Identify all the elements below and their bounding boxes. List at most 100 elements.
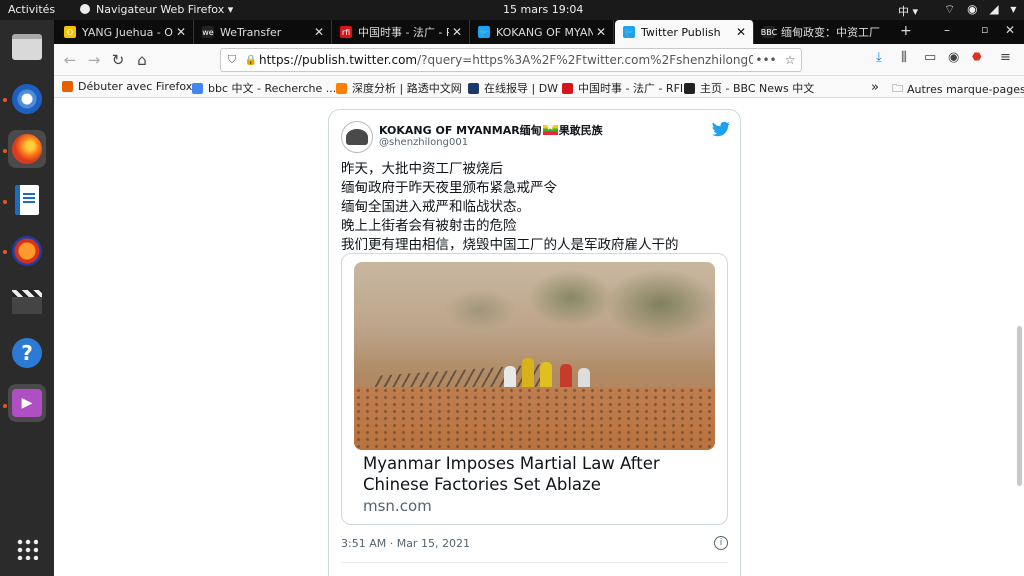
other-bookmarks-label: Autres marque-pages [907, 83, 1024, 96]
bookmark-favicon [62, 81, 73, 92]
link-preview-title[interactable]: Myanmar Imposes Martial Law After Chines… [363, 453, 718, 495]
new-tab-button[interactable]: + [900, 23, 912, 39]
running-indicator [3, 200, 7, 204]
dock-audacity[interactable] [8, 232, 46, 270]
minimize-button[interactable]: – [944, 23, 950, 37]
tweet-line: 昨天，大批中资工厂被烧后 [341, 161, 503, 177]
tab-favicon: 🐦 [623, 26, 635, 38]
tab-favicon: rfi [340, 26, 352, 38]
dock-media-player[interactable]: ▶ [8, 384, 46, 422]
close-icon[interactable]: ✕ [449, 25, 465, 39]
firefox-window: O YANG Juehua - Outlook ✕ we WeTransfer … [54, 20, 1024, 576]
running-indicator [3, 250, 7, 254]
app-menu[interactable]: Navigateur Web Firefox ▾ [80, 3, 233, 16]
dock: ? ▶ [0, 20, 54, 576]
clock[interactable]: 15 mars 19:04 [503, 3, 583, 16]
tweet-text: 昨天，大批中资工厂被烧后 缅甸政府于昨天夜里颁布紧急戒严令 缅甸全国进入戒严和临… [341, 160, 731, 255]
bookmark-item[interactable]: Débuter avec Firefox [62, 80, 192, 93]
maximize-button[interactable]: ▫ [981, 23, 988, 36]
crest-logo-icon [346, 129, 368, 145]
app-grid-icon[interactable] [16, 538, 38, 560]
firefox-small-icon [80, 4, 90, 14]
bookmarks-overflow-button[interactable]: » [871, 80, 879, 95]
activities-button[interactable]: Activités [8, 3, 55, 16]
forward-arrow-icon[interactable]: → [84, 50, 104, 70]
info-icon[interactable]: i [714, 536, 728, 550]
close-icon[interactable]: ✕ [311, 25, 327, 39]
tweet-line: 晚上上街者会有被射击的危险 [341, 218, 517, 234]
dock-firefox[interactable] [8, 130, 46, 168]
help-icon: ? [12, 338, 42, 368]
back-arrow-icon[interactable]: ← [60, 50, 80, 70]
bookmark-label: 在线报导 | DW [484, 82, 559, 95]
url-text[interactable]: https://publish.twitter.com/?query=https… [259, 53, 753, 67]
bookmark-item[interactable]: 主页 - BBC News 中文 [684, 80, 814, 96]
dock-chromium[interactable] [8, 80, 46, 118]
close-icon[interactable]: ✕ [593, 25, 609, 39]
bookmark-label: Débuter avec Firefox [78, 80, 193, 93]
page-scrollbar[interactable] [1017, 326, 1022, 486]
other-bookmarks-folder[interactable]: 🗀 Autres marque-pages [892, 80, 1024, 99]
author-handle[interactable]: @shenzhilong001 [379, 137, 468, 148]
folder-icon: 🗀 [892, 82, 903, 95]
tab-favicon: 🐦 [478, 26, 490, 38]
tab-title: 缅甸政变：中资工厂 [781, 26, 880, 39]
bookmark-item[interactable]: 在线报导 | DW [468, 80, 558, 96]
lock-icon[interactable]: 🔒 [243, 55, 259, 66]
library-icon[interactable]: ⫼ [901, 50, 907, 65]
tweet-timestamp[interactable]: 3:51 AM · Mar 15, 2021 [341, 537, 470, 550]
tab-title: 中国时事 - 法广 - RFI [358, 26, 449, 39]
dock-writer[interactable] [8, 181, 46, 219]
bookmark-item[interactable]: bbc 中文 - Recherche ... [192, 80, 336, 96]
bookmark-item[interactable]: 深度分析 | 路透中文网 [336, 80, 462, 96]
tab-title: WeTransfer [220, 25, 282, 39]
reload-icon[interactable]: ↻ [108, 50, 128, 70]
link-preview-card[interactable]: Myanmar Imposes Martial Law After Chines… [341, 253, 728, 525]
home-icon[interactable]: ⌂ [132, 50, 152, 70]
bookmark-label: 中国时事 - 法广 - RFI [578, 82, 684, 95]
divider [341, 562, 728, 563]
running-indicator [3, 149, 7, 153]
bookmark-item[interactable]: 中国时事 - 法广 - RFI [562, 80, 683, 96]
tab-3[interactable]: 🐦 KOKANG OF MYANMAR ✕ [470, 20, 614, 44]
tab-0[interactable]: O YANG Juehua - Outlook ✕ [56, 20, 194, 44]
tab-1[interactable]: we WeTransfer ✕ [194, 20, 332, 44]
system-menu[interactable]: ⌔ ◉ ◢ ▾ [944, 2, 1020, 17]
url-path: /?query=https%3A%2F%2Ftwitter.com%2Fshen… [417, 53, 753, 67]
tracking-shield-icon[interactable]: ⛉ [221, 53, 243, 67]
dock-files[interactable] [8, 28, 46, 66]
author-name-suffix: 果敢民族 [558, 124, 603, 137]
hamburger-menu-icon[interactable]: ≡ [1000, 50, 1011, 65]
files-icon [12, 34, 42, 60]
page-actions-button[interactable]: ••• [753, 53, 779, 67]
tab-5[interactable]: BBC 缅甸政变：中资工厂 [755, 20, 892, 44]
twitter-bird-icon[interactable] [712, 120, 730, 138]
page-content: KOKANG OF MYANMAR缅甸果敢民族 @shenzhilong001 … [54, 98, 1024, 576]
close-icon[interactable]: ✕ [733, 25, 749, 39]
dock-video-editor[interactable] [8, 283, 46, 321]
tab-favicon: we [202, 26, 214, 38]
tab-favicon: BBC [760, 26, 778, 38]
downloads-icon[interactable]: ⤓ [876, 50, 882, 65]
tab-4[interactable]: 🐦 Twitter Publish ✕ [615, 20, 754, 44]
bookmarks-toolbar: Débuter avec Firefox bbc 中文 - Recherche … [54, 76, 1024, 98]
author-name[interactable]: KOKANG OF MYANMAR缅甸 果敢民族 [379, 122, 603, 138]
adblock-icon[interactable]: ⬣ [972, 50, 982, 63]
dock-help[interactable]: ? [8, 334, 46, 372]
bookmark-star-icon[interactable]: ☆ [779, 53, 801, 67]
close-window-button[interactable]: ✕ [1005, 23, 1015, 37]
link-preview-image [354, 262, 715, 450]
account-icon[interactable]: ◉ [948, 50, 959, 65]
sidebar-icon[interactable]: ▭ [924, 50, 936, 65]
embedded-tweet[interactable]: KOKANG OF MYANMAR缅甸果敢民族 @shenzhilong001 … [328, 109, 741, 576]
bookmark-favicon [684, 82, 695, 94]
close-icon[interactable]: ✕ [173, 25, 189, 39]
bookmark-favicon [562, 82, 573, 94]
video-editor-icon [12, 290, 42, 314]
writer-icon [15, 185, 39, 215]
url-bar[interactable]: ⛉ 🔒 https://publish.twitter.com/?query=h… [220, 48, 802, 72]
tab-title: YANG Juehua - Outlook [82, 25, 173, 39]
avatar[interactable] [341, 121, 373, 153]
input-source-indicator[interactable]: 中 ▾ [898, 3, 918, 19]
tab-2[interactable]: rfi 中国时事 - 法广 - RFI ✕ [332, 20, 470, 44]
